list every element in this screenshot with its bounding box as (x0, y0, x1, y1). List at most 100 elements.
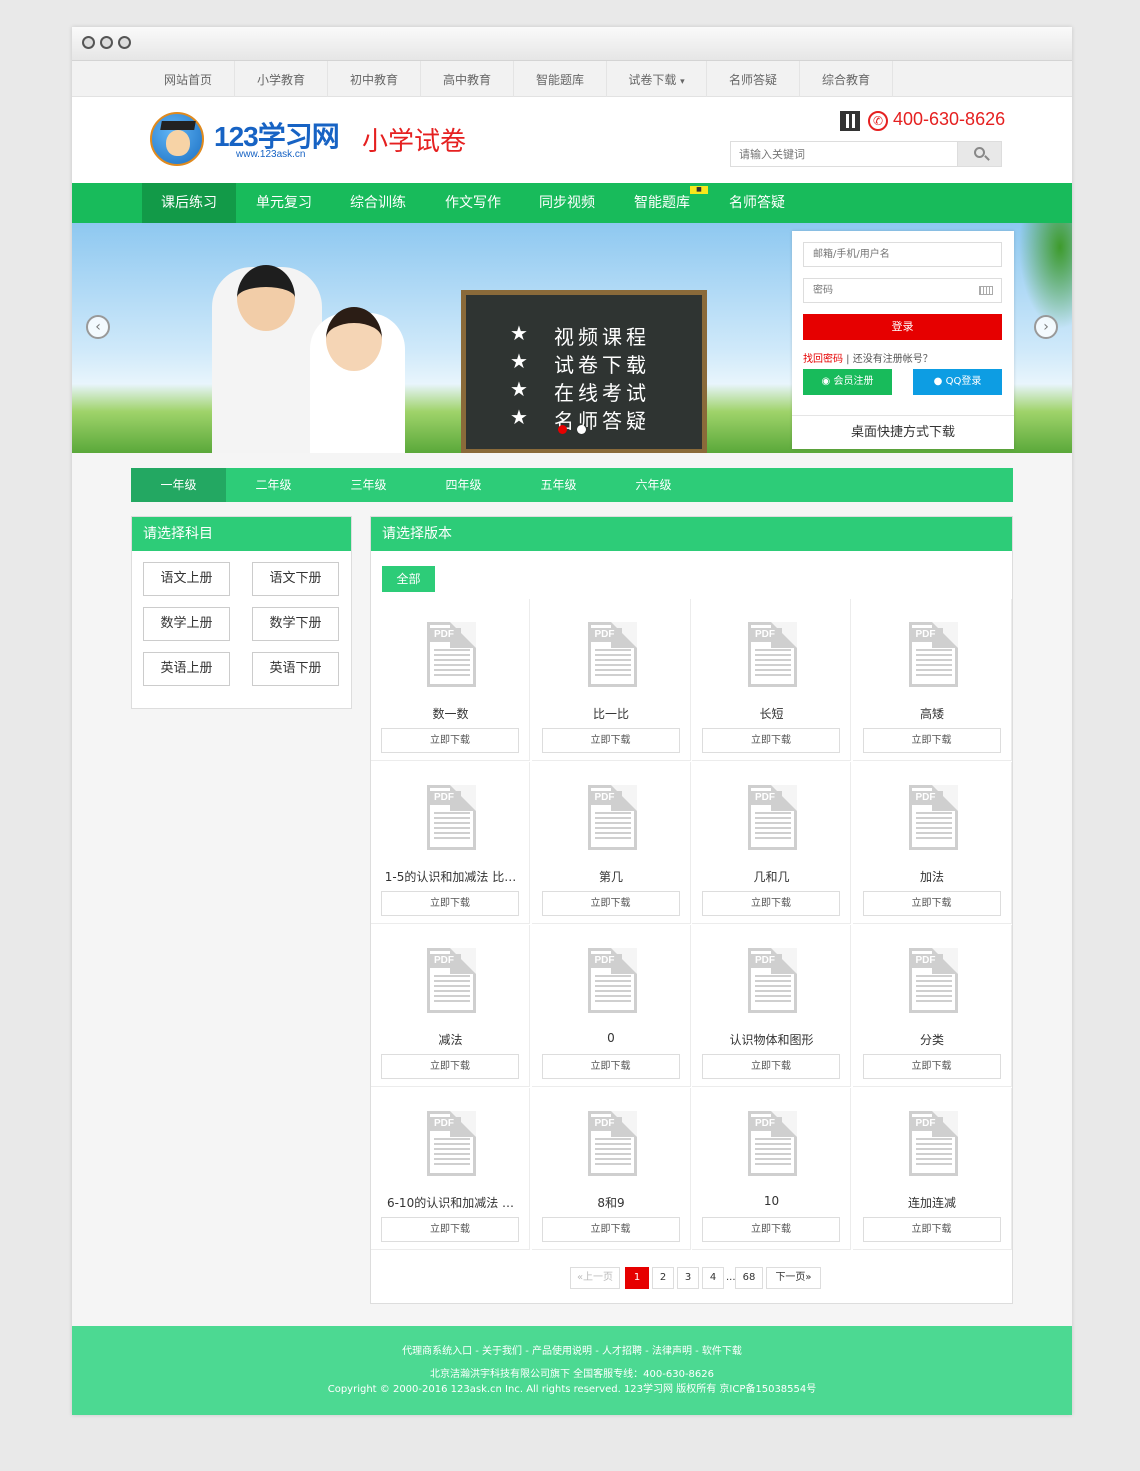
top-nav-item[interactable]: 小学教育 (235, 61, 328, 97)
prev-page-button[interactable]: «上一页 (570, 1267, 620, 1289)
page-number-current[interactable]: 1 (625, 1267, 649, 1289)
forgot-password-link[interactable]: 找回密码 (803, 354, 843, 365)
paper-title[interactable]: 数一数 (375, 705, 526, 722)
subject-button[interactable]: 数学上册 (143, 607, 230, 641)
top-nav-item[interactable]: 高中教育 (421, 61, 514, 97)
username-input[interactable] (804, 243, 974, 266)
register-button[interactable]: ◉ 会员注册 (803, 369, 892, 395)
paper-title[interactable]: 6-10的认识和加减法 … (375, 1194, 526, 1211)
paper-card[interactable]: PDF 长短 立即下载 (692, 599, 851, 761)
download-button[interactable]: 立即下载 (381, 1054, 519, 1079)
paper-card[interactable]: PDF 分类 立即下载 (852, 925, 1012, 1087)
paper-card[interactable]: PDF 加法 立即下载 (852, 762, 1012, 924)
paper-title[interactable]: 比一比 (536, 705, 687, 722)
paper-title[interactable]: 减法 (375, 1031, 526, 1048)
main-nav-item[interactable]: 作文写作 (426, 183, 520, 223)
paper-card[interactable]: PDF 6-10的认识和加减法 … 立即下载 (371, 1088, 530, 1250)
login-button[interactable]: 登录 (803, 314, 1002, 340)
download-button[interactable]: 立即下载 (541, 728, 680, 753)
keyboard-icon[interactable] (979, 286, 993, 295)
paper-card[interactable]: PDF 减法 立即下载 (371, 925, 530, 1087)
slide-indicator-active[interactable] (558, 425, 567, 434)
download-button[interactable]: 立即下载 (862, 891, 1001, 916)
top-nav-item[interactable]: 名师答疑 (707, 61, 800, 97)
download-button[interactable]: 立即下载 (381, 891, 519, 916)
page-number[interactable]: 4 (702, 1267, 724, 1289)
tab-grade-active[interactable]: 一年级 (131, 468, 226, 502)
tab-grade[interactable]: 二年级 (226, 468, 321, 502)
download-button[interactable]: 立即下载 (702, 728, 840, 753)
window-close-icon[interactable] (82, 36, 95, 49)
download-button[interactable]: 立即下载 (702, 1217, 840, 1242)
paper-card[interactable]: PDF 0 立即下载 (531, 925, 691, 1087)
paper-title[interactable]: 1-5的认识和加减法 比… (375, 868, 526, 885)
paper-card[interactable]: PDF 第几 立即下载 (531, 762, 691, 924)
slide-indicator[interactable] (577, 425, 586, 434)
download-button[interactable]: 立即下载 (381, 1217, 519, 1242)
download-button[interactable]: 立即下载 (541, 1054, 680, 1079)
main-nav-item[interactable]: 单元复习 (237, 183, 331, 223)
paper-title[interactable]: 加法 (857, 868, 1008, 885)
paper-card[interactable]: PDF 比一比 立即下载 (531, 599, 691, 761)
subject-button[interactable]: 数学下册 (252, 607, 339, 641)
tab-grade[interactable]: 六年级 (606, 468, 701, 502)
paper-card[interactable]: PDF 认识物体和图形 立即下载 (692, 925, 851, 1087)
all-versions-button[interactable]: 全部 (382, 566, 435, 592)
paper-title[interactable]: 连加连减 (857, 1194, 1008, 1211)
desktop-shortcut-download[interactable]: 桌面快捷方式下载 (792, 415, 1014, 449)
download-button[interactable]: 立即下载 (702, 891, 840, 916)
download-button[interactable]: 立即下载 (381, 728, 519, 753)
banner-prev-arrow-icon[interactable]: ‹ (86, 315, 110, 339)
paper-card[interactable]: PDF 连加连减 立即下载 (852, 1088, 1012, 1250)
search-button[interactable] (957, 142, 1001, 166)
download-button[interactable]: 立即下载 (702, 1054, 840, 1079)
subject-button[interactable]: 英语下册 (252, 652, 339, 686)
paper-title[interactable]: 几和几 (696, 868, 847, 885)
tab-grade[interactable]: 三年级 (321, 468, 416, 502)
paper-card[interactable]: PDF 10 立即下载 (692, 1088, 851, 1250)
page-number[interactable]: 3 (677, 1267, 699, 1289)
paper-title[interactable]: 8和9 (536, 1194, 687, 1211)
paper-card[interactable]: PDF 8和9 立即下载 (531, 1088, 691, 1250)
download-button[interactable]: 立即下载 (541, 891, 680, 916)
window-minimize-icon[interactable] (100, 36, 113, 49)
main-nav-item[interactable]: 名师答疑 (710, 183, 804, 223)
paper-title[interactable]: 高矮 (857, 705, 1008, 722)
subject-button[interactable]: 语文上册 (143, 562, 230, 596)
top-nav-item[interactable]: 智能题库 (514, 61, 607, 97)
qr-code-icon[interactable] (840, 111, 860, 131)
paper-title[interactable]: 认识物体和图形 (696, 1031, 847, 1048)
main-nav-item-active[interactable]: 课后练习 (142, 183, 236, 223)
window-maximize-icon[interactable] (118, 36, 131, 49)
top-nav-item[interactable]: 初中教育 (328, 61, 421, 97)
subject-button[interactable]: 语文下册 (252, 562, 339, 596)
paper-card[interactable]: PDF 几和几 立即下载 (692, 762, 851, 924)
paper-title[interactable]: 长短 (696, 705, 847, 722)
tab-grade[interactable]: 四年级 (416, 468, 511, 502)
main-nav-item[interactable]: 综合训练 (331, 183, 425, 223)
paper-card[interactable]: PDF 高矮 立即下载 (852, 599, 1012, 761)
next-page-button[interactable]: 下一页» (766, 1267, 821, 1289)
top-nav-item[interactable]: 综合教育 (800, 61, 893, 97)
paper-card[interactable]: PDF 数一数 立即下载 (371, 599, 530, 761)
banner-next-arrow-icon[interactable]: › (1034, 315, 1058, 339)
download-button[interactable]: 立即下载 (862, 728, 1001, 753)
paper-title[interactable]: 第几 (536, 868, 687, 885)
paper-title[interactable]: 分类 (857, 1031, 1008, 1048)
paper-title[interactable]: 0 (536, 1031, 687, 1045)
top-nav-item-dropdown[interactable]: 试卷下载 ▾ (607, 61, 707, 97)
paper-title[interactable]: 10 (696, 1194, 847, 1208)
page-number-last[interactable]: 68 (735, 1267, 763, 1289)
qq-login-button[interactable]: ● QQ登录 (913, 369, 1002, 395)
download-button[interactable]: 立即下载 (862, 1054, 1001, 1079)
top-nav-item[interactable]: 网站首页 (142, 61, 235, 97)
subject-button[interactable]: 英语上册 (143, 652, 230, 686)
footer-links[interactable]: 代理商系统入口 - 关于我们 - 产品使用说明 - 人才招聘 - 法律声明 - … (72, 1342, 1072, 1357)
tab-grade[interactable]: 五年级 (511, 468, 606, 502)
main-nav-item[interactable]: 同步视频 (520, 183, 614, 223)
paper-card[interactable]: PDF 1-5的认识和加减法 比… 立即下载 (371, 762, 530, 924)
search-input[interactable] (731, 142, 959, 166)
mascot-logo-icon[interactable] (150, 112, 204, 166)
download-button[interactable]: 立即下载 (862, 1217, 1001, 1242)
password-input[interactable] (804, 279, 974, 302)
